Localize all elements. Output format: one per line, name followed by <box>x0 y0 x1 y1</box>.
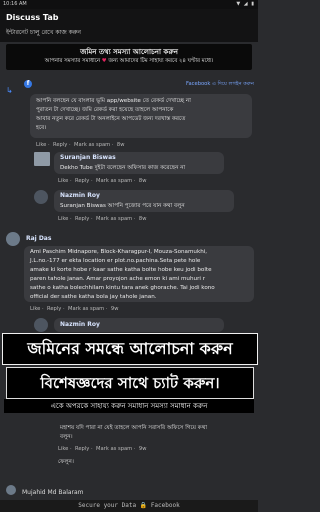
comment-actions: Like · Reply · Mark as spam · 8w <box>58 178 147 184</box>
avatar[interactable] <box>34 190 48 204</box>
comment-line: আপনি বলছেন যে বাংলার ভূমি app/website তে… <box>36 98 191 104</box>
mark-spam-link[interactable]: Mark as spam <box>96 178 132 184</box>
notice-body-start: আপনার সমস্যার সমাধানে <box>44 58 101 64</box>
status-time: 10:16 AM <box>3 1 27 7</box>
comment-time: 8w <box>138 178 147 184</box>
app-subtitle: ইন্টারনেট চালু রেখে কাজ করুন <box>6 29 81 36</box>
comment-line: বলুন। <box>60 434 73 440</box>
comment-line: আবার নতুন করে রেকর্ড টা অনলাইনে আপডেট জন… <box>36 116 186 122</box>
comment-line: হবে। <box>36 125 47 131</box>
mark-spam-link[interactable]: Mark as spam <box>96 216 132 222</box>
facebook-icon: f <box>24 80 32 88</box>
comment-card: Ami Paschim Midnapore, Block-Kharagpur-I… <box>24 246 254 302</box>
mark-spam-link[interactable]: Mark as spam <box>68 306 104 312</box>
mark-spam-link[interactable]: Mark as spam <box>96 446 132 452</box>
comment-line: Ami Paschim Midnapore, Block-Kharagpur-I… <box>30 249 208 255</box>
promo-banner[interactable]: জমিনের সমন্ধে আলোচনা করুন বিশেষজ্ঞদের সা… <box>0 333 258 423</box>
commenter-name[interactable]: Nazmin Roy <box>60 192 100 199</box>
comment-card: Suranjan Biswas Dekho Tube দুইটা বলেছেন … <box>54 152 224 174</box>
comment-actions: Like · Reply · Mark as spam · 9w <box>58 446 147 452</box>
comment-actions: Like · Reply · Mark as spam · 9w <box>30 306 119 312</box>
like-link[interactable]: Like <box>30 306 40 312</box>
comment-card: Nazmin Roy <box>54 318 224 332</box>
secure-text: Secure your Data <box>78 502 137 509</box>
reply-link[interactable]: Reply <box>53 142 67 148</box>
promo-caption: একে অপরকে সাহায্য করুন সমাধান সমস্যা সমা… <box>4 399 254 413</box>
like-link[interactable]: Like <box>58 446 68 452</box>
commenter-name[interactable]: Raj Das <box>26 235 51 242</box>
comment-line: Suranjan Biswas আপনি পুজোর পরে যান কথা ব… <box>60 203 185 209</box>
notice-box: জমিন তথ্য সমস্যা আলোচনা করুন আপনার সমস্য… <box>6 44 252 70</box>
like-link[interactable]: Like <box>36 142 46 148</box>
lock-icon: 🔒 <box>139 502 148 509</box>
notice-body-end: জন্য আমাদের টিম সাহায্য করবে ২৪ ঘণ্টার ম… <box>108 58 214 64</box>
secure-provider: Facebook <box>150 502 180 509</box>
secure-footer: Secure your Data 🔒 Facebook <box>0 500 258 512</box>
collapse-arrow-icon[interactable]: ↳ <box>6 86 13 95</box>
promo-headline[interactable]: জমিনের সমন্ধে আলোচনা করুন <box>2 333 258 365</box>
reply-link[interactable]: Reply <box>47 306 61 312</box>
comment-line: amake ki korte hobe r kaar sathe katha b… <box>30 267 212 273</box>
heart-icon: ♥ <box>101 58 107 64</box>
comment-line: official der sathe katha bola jay tahole… <box>30 294 157 300</box>
comment-line: Dekho Tube দুইটা বলেছেন অফিসার কাজ করেছে… <box>60 165 186 171</box>
comment-time: 9w <box>110 306 119 312</box>
like-link[interactable]: Like <box>58 178 68 184</box>
avatar[interactable] <box>34 152 50 166</box>
mark-spam-link[interactable]: Mark as spam <box>74 142 110 148</box>
status-icons: ▼ ◢ ▮ <box>236 1 255 7</box>
avatar[interactable] <box>34 318 48 332</box>
avatar[interactable] <box>6 232 20 246</box>
commenter-name[interactable]: Mujahid Md Balaram <box>22 489 84 496</box>
reply-link[interactable]: Reply <box>75 178 89 184</box>
like-link[interactable]: Like <box>58 216 68 222</box>
notice-title: জমিন তথ্য সমস্যা আলোচনা করুন <box>80 48 178 56</box>
commenter-name[interactable]: Nazmin Roy <box>60 321 100 328</box>
status-bar: 10:16 AM ▼ ◢ ▮ <box>0 0 258 9</box>
promo-subheadline[interactable]: বিশেষজ্ঞদের সাথে চ্যাট করুন। <box>6 367 254 399</box>
comment-actions: Like · Reply · Mark as spam · 8w <box>58 216 147 222</box>
comment-line: পুরাতন টা দেখাচ্ছে। জমি রেকর্ড করা হয়েছ… <box>36 107 174 113</box>
app-title: Discuss Tab <box>6 13 59 22</box>
comment-line: sathe o katha bolechhilam kintu tara ane… <box>30 285 215 291</box>
comment-time: 8w <box>138 216 147 222</box>
notice-body: আপনার সমস্যার সমাধানে ♥ জন্য আমাদের টিম … <box>6 58 252 66</box>
facebook-login-text[interactable]: Facebook এ দিয়ে লগইন করুন <box>186 81 254 89</box>
comment-line: paren tahole janan. Amar proyojon ache e… <box>30 276 206 282</box>
app-bar: Discuss Tab ইন্টারনেট চালু রেখে কাজ করুন <box>0 9 258 42</box>
comment-line: J.L.no.-177 er ekta location er plot.no.… <box>30 258 201 264</box>
comment-line-partial: ফেলুন। <box>58 459 74 465</box>
comment-time: 8w <box>116 142 125 148</box>
reply-link[interactable]: Reply <box>75 216 89 222</box>
facebook-login-link[interactable]: f Facebook এ দিয়ে লগইন করুন <box>24 80 254 90</box>
comment-card: আপনি বলছেন যে বাংলার ভূমি app/website তে… <box>30 94 252 138</box>
comment-line: মহাশয় যদি পারা না যেই তাহলে আপনি সরাসরি… <box>60 425 207 431</box>
avatar[interactable] <box>6 485 16 495</box>
reply-link[interactable]: Reply <box>75 446 89 452</box>
comment-card: Nazmin Roy Suranjan Biswas আপনি পুজোর পর… <box>54 190 234 212</box>
comment-time: 9w <box>138 446 147 452</box>
commenter-name[interactable]: Suranjan Biswas <box>60 154 116 161</box>
comment-actions: Like · Reply · Mark as spam · 8w <box>36 142 125 148</box>
